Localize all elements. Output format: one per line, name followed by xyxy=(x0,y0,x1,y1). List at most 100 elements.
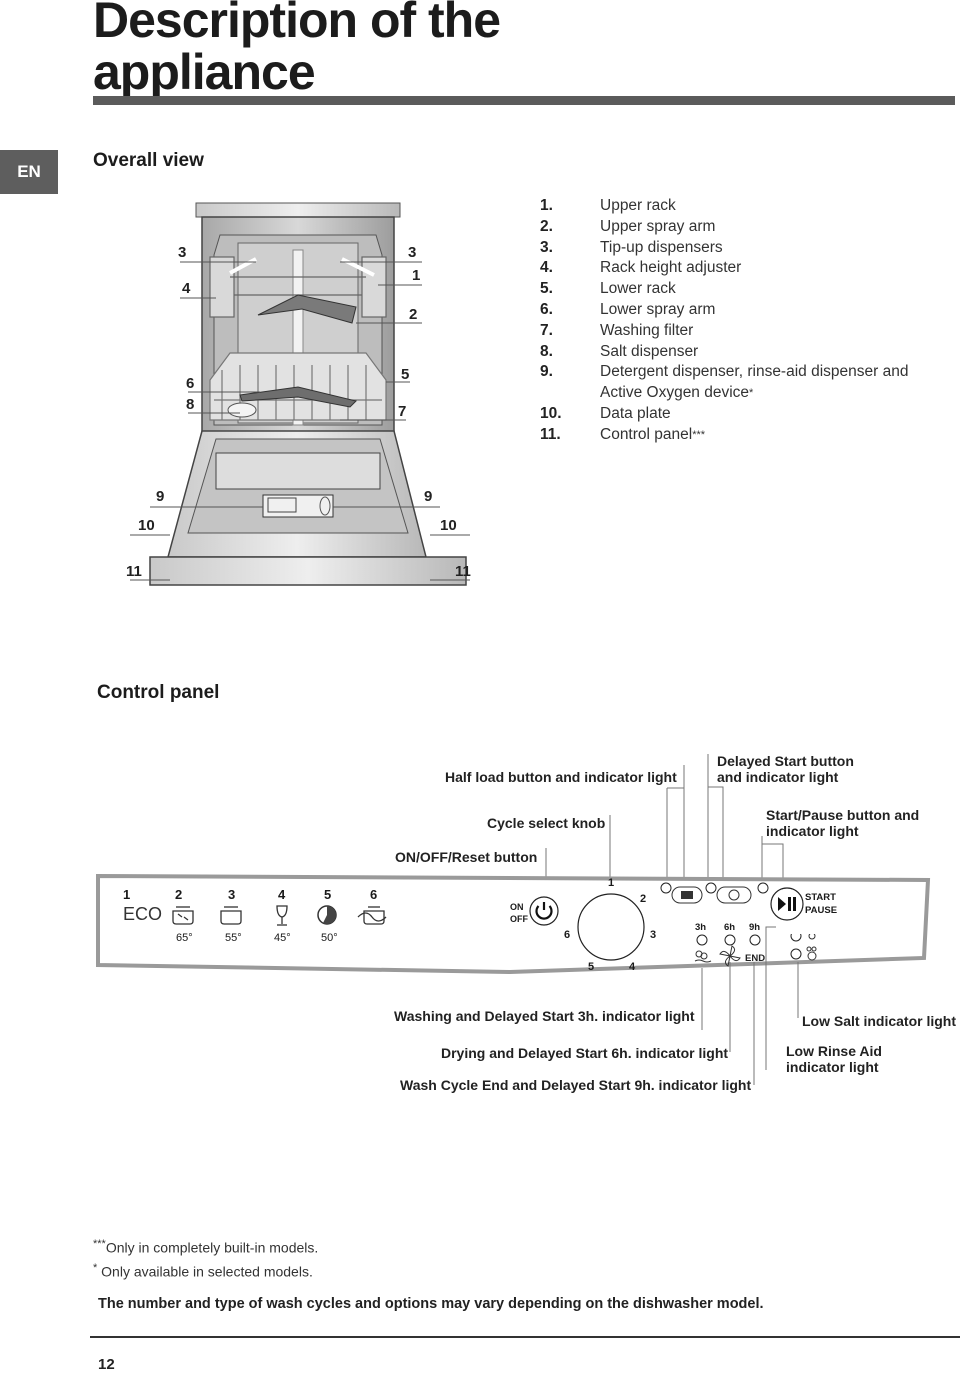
legend-item: 1. Upper rack xyxy=(540,196,908,217)
legend-item: 3. Tip-up dispensers xyxy=(540,238,908,259)
status-indicators: END xyxy=(694,934,817,967)
delay-9h-label: 9h xyxy=(749,922,761,933)
start-pause-button[interactable] xyxy=(769,886,805,922)
legend-item: 2. Upper spray arm xyxy=(540,217,908,238)
legend-num: 4. xyxy=(540,259,553,277)
legend-num: 9. xyxy=(540,363,553,381)
footnote-mark: *** xyxy=(93,1238,106,1250)
callout-1: 1 xyxy=(412,267,421,284)
pause-text: PAUSE xyxy=(805,905,838,916)
legend-item-continued: Active Oxygen device * xyxy=(540,383,908,404)
callout-11-left: 11 xyxy=(126,563,142,580)
callout-3-right: 3 xyxy=(408,244,417,261)
legend-label: Salt dispenser xyxy=(600,342,699,360)
callout-9-left: 9 xyxy=(156,488,165,505)
footnote-selected-models: * Only available in selected models. xyxy=(93,1262,313,1280)
language-tab: EN xyxy=(0,150,58,194)
legend-label: Lower spray arm xyxy=(600,300,716,318)
washing-icon xyxy=(694,950,712,963)
on-text: ON xyxy=(510,902,524,912)
knob-position: 2 xyxy=(640,893,647,905)
legend-num: 5. xyxy=(540,280,553,298)
footnote-mark: *** xyxy=(692,428,706,441)
legend-item: 4. Rack height adjuster xyxy=(540,258,908,279)
delayed-start-button[interactable] xyxy=(716,886,752,904)
footnote-mark: * xyxy=(749,387,754,400)
title-line-1: Description of the xyxy=(93,0,501,48)
salt-dispenser xyxy=(227,402,257,418)
legend-item: 10. Data plate xyxy=(540,404,908,425)
legend-item: 8. Salt dispenser xyxy=(540,342,908,363)
legend-num: 8. xyxy=(540,342,553,360)
program-icons xyxy=(172,905,387,926)
option-buttons xyxy=(660,882,769,904)
legend-num: 10. xyxy=(540,404,562,422)
start-text: START xyxy=(805,892,836,903)
program-num: 3 xyxy=(228,887,236,902)
callout-4: 4 xyxy=(182,280,191,297)
end-label: END xyxy=(745,953,765,964)
wine-glass-icon xyxy=(276,905,288,926)
parts-legend: 1. Upper rack 2. Upper spray arm 3. Tip-up … xyxy=(540,196,908,446)
pot-normal-icon xyxy=(220,906,242,925)
footnote-text: Only in completely built-in models. xyxy=(105,1239,319,1256)
callout-9-right: 9 xyxy=(424,488,433,505)
start-pause-label: START PAUSE xyxy=(805,891,837,917)
soak-pot-icon xyxy=(357,906,387,925)
knob-position: 3 xyxy=(650,929,657,941)
eco-label: ECO xyxy=(123,904,163,924)
legend-label: Upper rack xyxy=(600,197,676,214)
callout-low-salt: Low Salt indicator light xyxy=(802,1013,956,1029)
legend-item: 11. Control panel *** xyxy=(540,425,908,446)
program-list: 1 2 3 4 5 6 ECO 65° 55° 45° 50° xyxy=(118,887,408,957)
model-variation-note: The number and type of wash cycles and o… xyxy=(98,1296,764,1312)
program-temp: 55° xyxy=(225,932,242,944)
on-off-reset-button[interactable] xyxy=(528,895,560,927)
off-text: OFF xyxy=(510,914,528,924)
legend-num: 7. xyxy=(540,321,553,339)
program-temp: 50° xyxy=(321,932,338,944)
callout-6: 6 xyxy=(186,375,195,392)
program-num: 1 xyxy=(123,887,131,902)
page-number: 12 xyxy=(98,1356,115,1373)
program-num: 5 xyxy=(324,887,332,902)
footer-rule xyxy=(90,1336,960,1338)
legend-item: 7. Washing filter xyxy=(540,321,908,342)
legend-num: 2. xyxy=(540,217,553,235)
legend-label: Rack height adjuster xyxy=(600,259,742,277)
pot-intensive-icon xyxy=(172,906,194,925)
on-off-label: ON OFF xyxy=(510,901,528,925)
legend-item: 5. Lower rack xyxy=(540,279,908,300)
cycle-select-knob[interactable] xyxy=(576,892,646,962)
legend-label: Control panel xyxy=(600,425,693,443)
title-rule xyxy=(93,96,955,105)
start-pause-indicator xyxy=(757,882,769,894)
callout-5: 5 xyxy=(401,366,410,383)
knob-position: 4 xyxy=(629,961,636,973)
drying-fan-icon xyxy=(719,945,741,967)
door-panel xyxy=(215,452,381,490)
callout-wash-end: Wash Cycle End and Delayed Start 9h. ind… xyxy=(400,1077,752,1093)
control-panel-heading: Control panel xyxy=(97,682,220,703)
knob-position: 5 xyxy=(588,961,595,973)
low-salt-indicator xyxy=(790,948,802,960)
rinse-aid-sun-icon xyxy=(808,934,816,940)
drying-indicator xyxy=(724,934,736,946)
low-rinse-aid-indicator xyxy=(790,934,802,942)
legend-num: 11. xyxy=(540,425,561,443)
legend-label: Washing filter xyxy=(600,321,694,339)
program-num: 4 xyxy=(278,887,286,902)
callout-drying: Drying and Delayed Start 6h. indicator l… xyxy=(441,1045,729,1061)
callout-7: 7 xyxy=(398,403,407,420)
delay-6h-label: 6h xyxy=(724,922,736,933)
program-num: 2 xyxy=(175,887,183,902)
language-code: EN xyxy=(17,162,41,181)
half-load-button[interactable] xyxy=(671,886,703,904)
leader-lines xyxy=(545,754,784,890)
legend-label: Upper spray arm xyxy=(600,217,716,235)
legend-item: 9. Detergent dispenser, rinse-aid dispens… xyxy=(540,362,908,383)
delay-3h-label: 3h xyxy=(695,922,707,933)
salt-icon xyxy=(806,946,817,961)
legend-num: 3. xyxy=(540,238,553,256)
callout-8: 8 xyxy=(186,396,195,413)
